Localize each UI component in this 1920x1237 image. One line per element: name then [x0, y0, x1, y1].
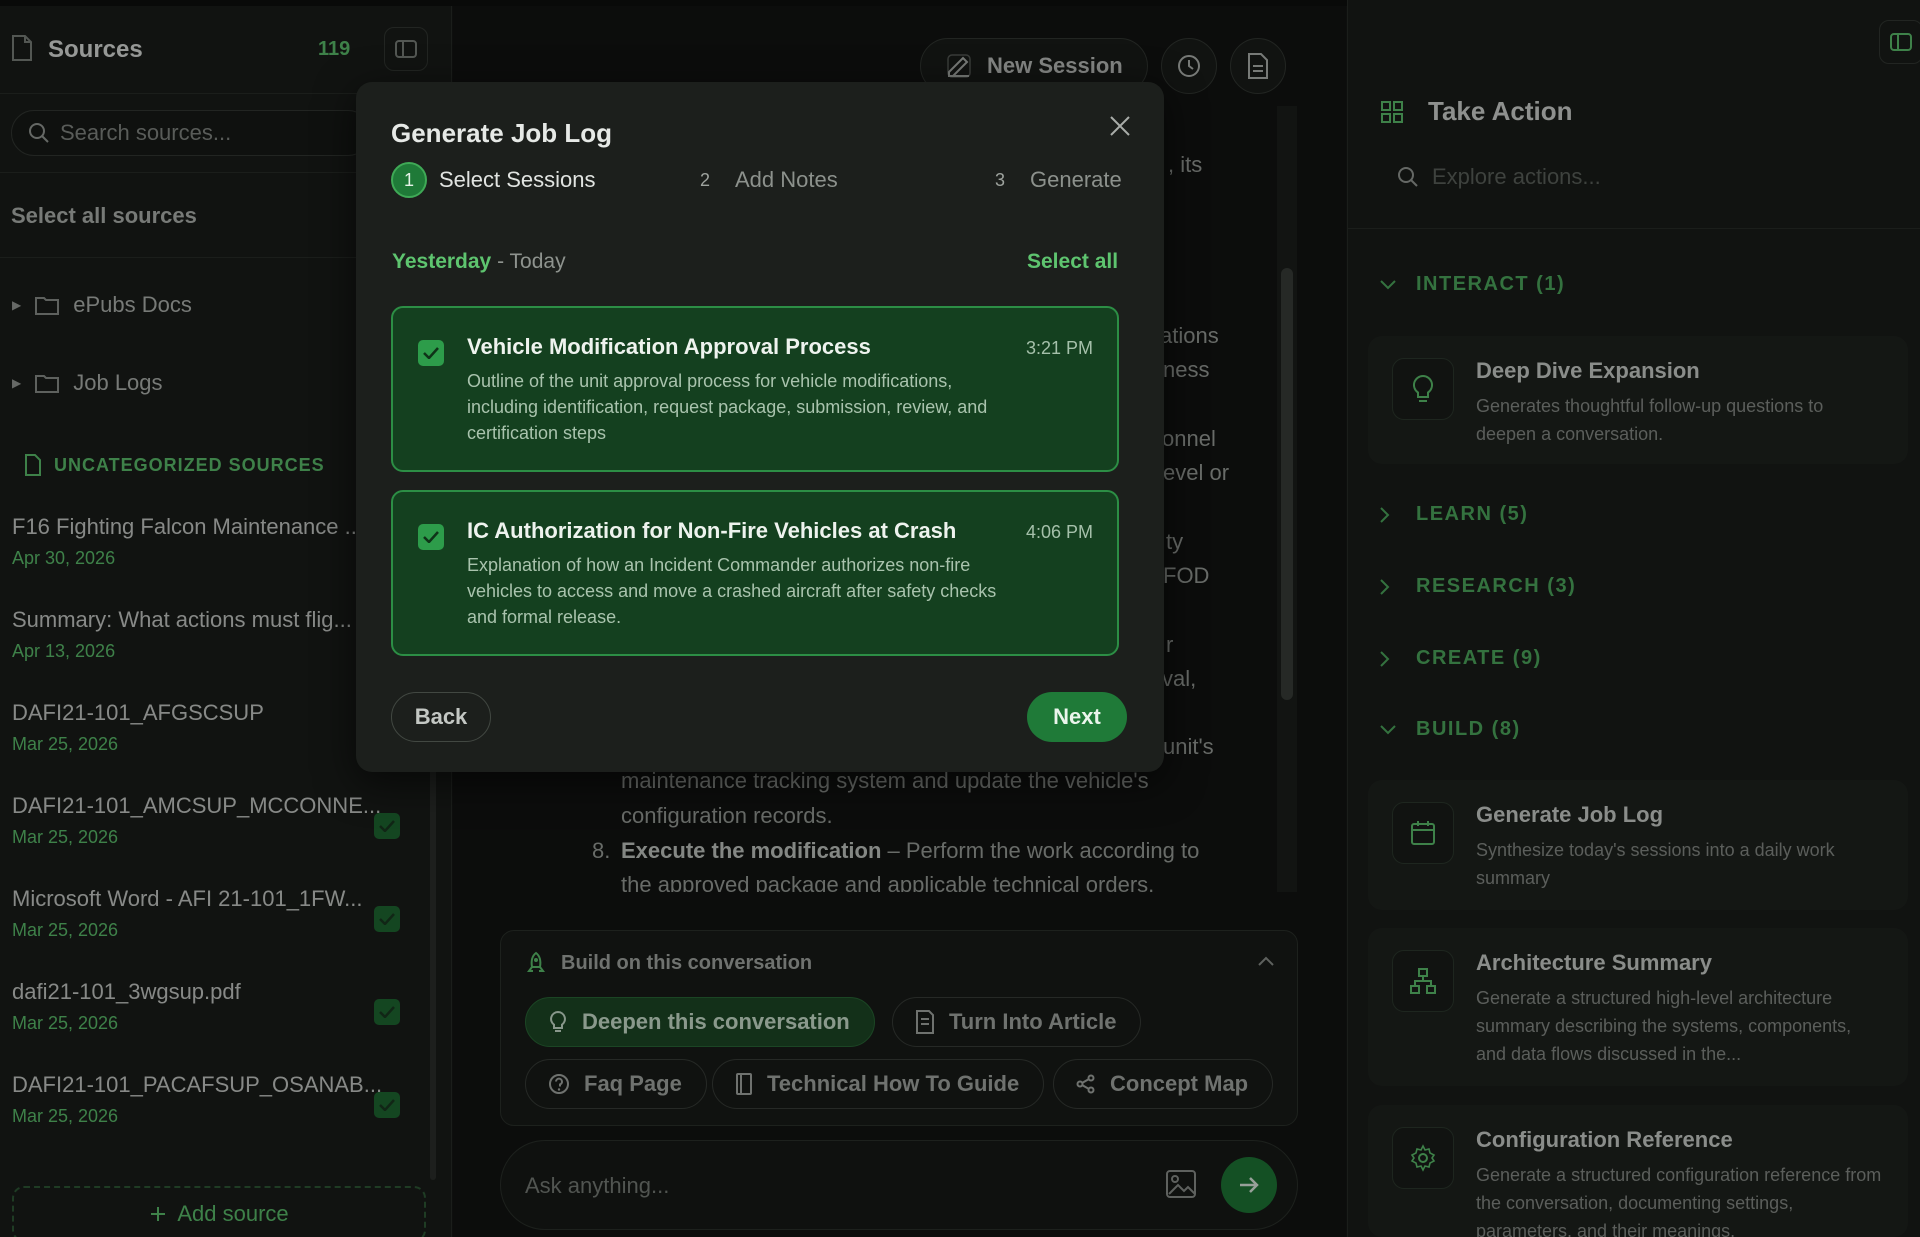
session-card[interactable]: IC Authorization for Non-Fire Vehicles a… [391, 490, 1119, 656]
range-from: Yesterday [392, 250, 492, 273]
check-icon [423, 531, 439, 543]
step-label: Add Notes [735, 167, 838, 192]
back-button[interactable]: Back [391, 692, 491, 742]
range-to: - Today [491, 250, 566, 273]
generate-job-log-dialog: Generate Job Log 1 Select Sessions 2 Add… [356, 82, 1164, 772]
close-icon [1110, 116, 1130, 136]
session-title: IC Authorization for Non-Fire Vehicles a… [467, 518, 957, 543]
session-checkbox[interactable] [418, 524, 444, 550]
step-number: 1 [391, 162, 427, 198]
step-number: 2 [699, 169, 710, 190]
step-number: 3 [994, 169, 1005, 190]
session-checkbox[interactable] [418, 340, 444, 366]
session-description: Explanation of how an Incident Commander… [467, 555, 997, 627]
session-card[interactable]: Vehicle Modification Approval Process 3:… [391, 306, 1119, 472]
step-add-notes: 2 Add Notes [687, 162, 838, 198]
step-label: Select Sessions [439, 167, 596, 192]
session-time: 3:21 PM [1025, 338, 1093, 358]
date-range-label: Yesterday - Today [392, 250, 566, 274]
next-button[interactable]: Next [1027, 692, 1127, 742]
close-button[interactable] [1108, 114, 1132, 138]
select-all-sessions-button[interactable]: Select all [1027, 250, 1118, 274]
session-title: Vehicle Modification Approval Process [467, 334, 871, 359]
session-description: Outline of the unit approval process for… [467, 371, 988, 443]
dialog-title: Generate Job Log [391, 118, 613, 148]
step-label: Generate [1030, 167, 1122, 192]
check-icon [423, 347, 439, 359]
session-time: 4:06 PM [1025, 522, 1093, 542]
step-generate: 3 Generate [982, 162, 1122, 198]
step-select-sessions: 1 Select Sessions [391, 162, 596, 198]
